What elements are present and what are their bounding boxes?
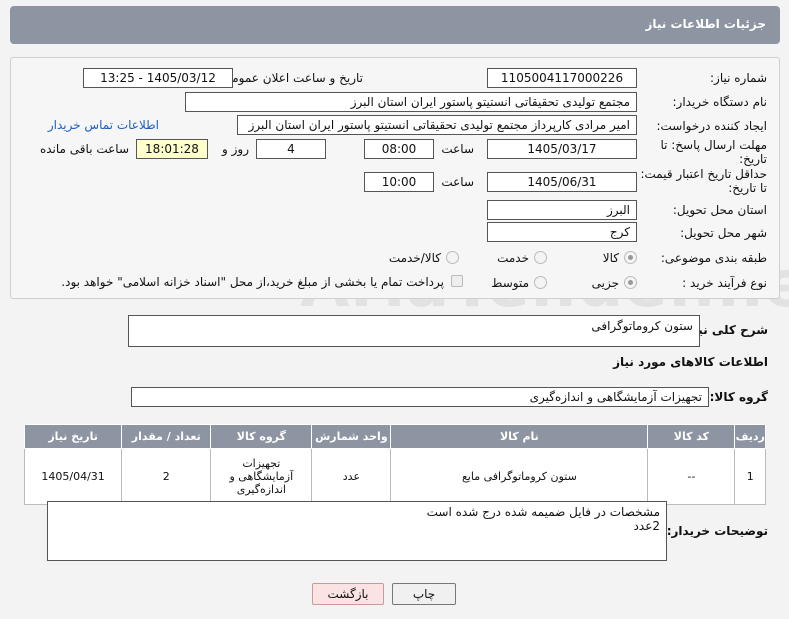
price-validity-time-field: 10:00 <box>364 172 434 192</box>
days-field: 4 <box>256 139 326 159</box>
col-goods-code: کد کالا <box>647 424 736 449</box>
process-option-minor: جزیی <box>591 276 619 290</box>
announce-label: تاریخ و ساعت اعلان عمومی: <box>218 71 363 85</box>
city-label: شهر محل تحویل: <box>680 226 767 240</box>
need-number-label: شماره نیاز: <box>710 71 767 85</box>
deadline-label-date: تاریخ: <box>739 152 767 166</box>
cell-goods-group: تجهیزات آزمایشگاهی و اندازه‌گیری <box>210 448 313 505</box>
cell-need-date: 1405/04/31 <box>23 448 123 505</box>
page-title: جزئیات اطلاعات نیاز <box>645 17 766 31</box>
col-goods-name: نام کالا <box>390 424 649 449</box>
buyer-contact-link[interactable]: اطلاعات تماس خریدار <box>48 118 159 132</box>
process-radio-minor[interactable] <box>624 276 637 289</box>
category-radio-goods-service[interactable] <box>446 251 459 264</box>
price-validity-label-date: تا تاریخ: <box>728 181 767 195</box>
process-label: نوع فرآیند خرید : <box>682 276 767 290</box>
goods-table: ردیف کد کالا نام کالا واحد شمارش گروه کا… <box>23 424 766 505</box>
price-validity-time-label: ساعت <box>441 175 474 189</box>
treasury-checkbox[interactable] <box>451 275 463 287</box>
days-label: روز و <box>222 142 249 156</box>
category-option-goods-service: کالا/خدمت <box>388 251 441 265</box>
details-panel: شماره نیاز: 1105004117000226 تاریخ و ساع… <box>10 57 780 299</box>
deadline-time-field: 08:00 <box>364 139 434 159</box>
announce-field: 1405/03/12 - 13:25 <box>83 68 233 88</box>
col-unit: واحد شمارش <box>311 424 392 449</box>
remaining-time-field: 18:01:28 <box>136 139 208 159</box>
category-label: طبقه بندی موضوعی: <box>660 251 767 265</box>
requester-field: امیر مرادی کارپرداز مجتمع تولیدی تحقیقات… <box>237 115 637 135</box>
province-field: البرز <box>487 200 637 220</box>
summary-field: ستون کروماتوگرافی <box>128 315 700 347</box>
back-button[interactable]: بازگشت <box>312 583 384 605</box>
cell-row-number: 1 <box>734 448 766 505</box>
deadline-time-label: ساعت <box>441 142 474 156</box>
payment-note: پرداخت تمام یا بخشی از مبلغ خرید،از محل … <box>61 275 444 289</box>
page-header: جزئیات اطلاعات نیاز <box>10 6 780 44</box>
col-row-number: ردیف <box>734 424 766 449</box>
goods-group-field: تجهیزات آزمایشگاهی و اندازه‌گیری <box>131 387 709 407</box>
col-need-date: تاریخ نیاز <box>23 424 123 449</box>
process-radio-medium[interactable] <box>534 276 547 289</box>
print-button[interactable]: چاپ <box>392 583 456 605</box>
remaining-time-label: ساعت باقی مانده <box>39 142 129 156</box>
goods-info-title: اطلاعات کالاهای مورد نیاز <box>613 355 768 369</box>
requester-label: ایجاد کننده درخواست: <box>656 119 767 133</box>
process-option-medium: متوسط <box>491 276 529 290</box>
cell-goods-name: ستون کروماتوگرافی مایع <box>390 448 649 505</box>
col-goods-group: گروه کالا <box>210 424 313 449</box>
category-option-goods: کالا <box>602 251 619 265</box>
city-field: کرج <box>487 222 637 242</box>
buyer-notes-field: مشخصات در فایل ضمیمه شده درج شده است 2عد… <box>47 501 667 561</box>
category-radio-service[interactable] <box>534 251 547 264</box>
buyer-org-field: مجتمع تولیدی تحقیقاتی انستیتو پاستور ایر… <box>185 92 637 112</box>
goods-group-label: گروه کالا: <box>709 390 768 404</box>
need-number-field: 1105004117000226 <box>487 68 637 88</box>
cell-quantity: 2 <box>121 448 212 505</box>
price-validity-date-field: 1405/06/31 <box>487 172 637 192</box>
col-quantity: تعداد / مقدار <box>121 424 212 449</box>
cell-goods-code: -- <box>647 448 736 505</box>
buyer-notes-label: توضیحات خریدار: <box>666 524 768 538</box>
deadline-label: مهلت ارسال پاسخ: تا <box>660 138 767 152</box>
category-radio-goods[interactable] <box>624 251 637 264</box>
province-label: استان محل تحویل: <box>672 203 767 217</box>
table-row: 1 -- ستون کروماتوگرافی مایع عدد تجهیزات … <box>23 448 766 505</box>
cell-unit: عدد <box>311 448 392 505</box>
category-option-service: خدمت <box>497 251 529 265</box>
price-validity-label: حداقل تاریخ اعتبار قیمت: <box>640 167 767 181</box>
buyer-org-label: نام دستگاه خریدار: <box>672 95 768 109</box>
deadline-date-field: 1405/03/17 <box>487 139 637 159</box>
